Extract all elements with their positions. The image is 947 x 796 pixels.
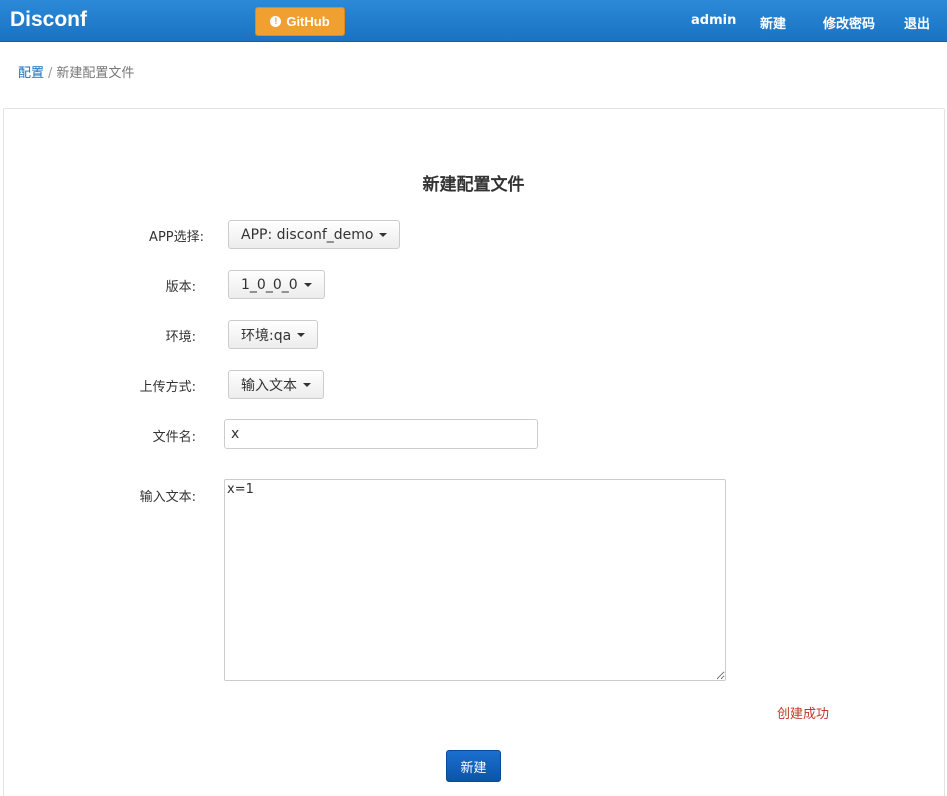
filename-input[interactable] (224, 419, 538, 449)
form-panel (3, 108, 945, 796)
app-select-dropdown[interactable]: APP: disconf_demo (228, 220, 401, 249)
breadcrumb-separator: / (48, 66, 53, 81)
upload-method-label: 上传方式: (139, 380, 196, 395)
status-message: 创建成功 (777, 707, 830, 722)
submit-button[interactable]: 新建 (446, 750, 501, 782)
version-label: 版本: (165, 280, 196, 295)
env-label: 环境: (165, 330, 196, 345)
version-dropdown[interactable]: 1_0_0_0 (228, 270, 325, 299)
brand-logo[interactable]: Disconf (10, 8, 87, 32)
caret-down-icon (297, 332, 306, 337)
app-select-label: APP选择: (149, 230, 204, 245)
app-select-value: APP: disconf_demo (241, 226, 374, 243)
nav-user-admin[interactable]: admin (691, 13, 736, 28)
info-circle-icon: ! (270, 16, 282, 27)
upload-method-dropdown[interactable]: 输入文本 (228, 370, 324, 399)
text-content-textarea[interactable]: x=1 (224, 479, 726, 681)
env-dropdown[interactable]: 环境:qa (228, 320, 319, 349)
github-label: GitHub (286, 14, 330, 29)
upload-method-value: 输入文本 (241, 377, 297, 394)
nav-logout[interactable]: 退出 (904, 13, 930, 32)
top-navbar: Disconf ! GitHub admin 新建 修改密码 退出 (0, 0, 947, 42)
breadcrumb-current: 新建配置文件 (56, 66, 135, 81)
text-content-label: 输入文本: (139, 490, 196, 505)
github-button[interactable]: ! GitHub (255, 7, 345, 36)
version-value: 1_0_0_0 (241, 276, 298, 293)
breadcrumb: 配置 / 新建配置文件 (18, 62, 134, 81)
page-title: 新建配置文件 (422, 175, 525, 195)
breadcrumb-config-link[interactable]: 配置 (18, 66, 44, 81)
caret-down-icon (303, 382, 311, 387)
filename-label: 文件名: (152, 430, 196, 445)
nav-change-password[interactable]: 修改密码 (823, 13, 875, 32)
env-value: 环境:qa (241, 327, 292, 344)
nav-new[interactable]: 新建 (760, 13, 786, 32)
caret-down-icon (303, 282, 312, 287)
caret-down-icon (379, 232, 388, 237)
